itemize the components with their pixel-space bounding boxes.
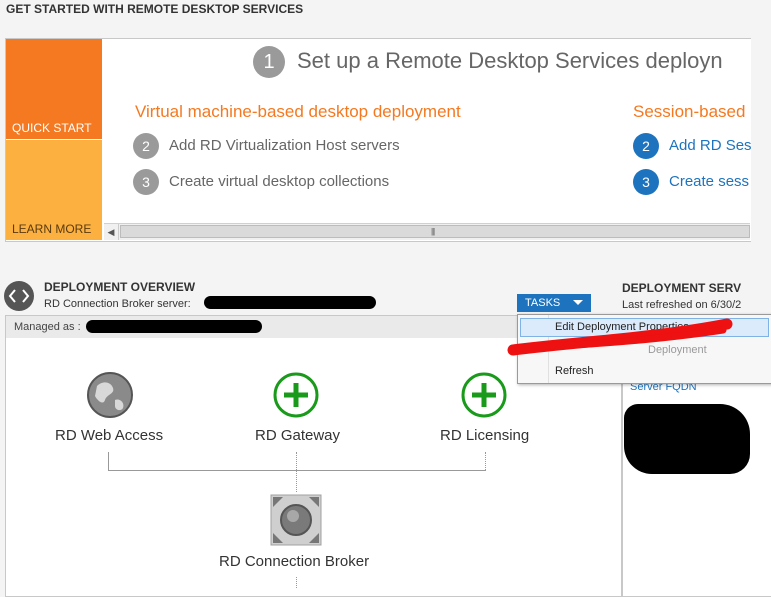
add-gateway-icon[interactable] (272, 371, 320, 424)
connector-line (296, 452, 297, 492)
create-virtual-desktop-collections-link: Create virtual desktop collections (169, 173, 390, 190)
menu-item-refresh[interactable]: Refresh (555, 365, 594, 377)
add-rd-session-host-link[interactable]: Add RD Ses (669, 137, 752, 154)
quick-start-tile[interactable]: QUICK START (6, 39, 102, 139)
session-step-3-badge: 3 (633, 169, 659, 195)
page-title: GET STARTED WITH REMOTE DESKTOP SERVICES (6, 2, 304, 16)
session-step-2-badge: 2 (633, 133, 659, 159)
last-refreshed-label: Last refreshed on 6/30/2 (622, 299, 742, 311)
tasks-label: TASKS (525, 297, 561, 309)
step-1-title: Set up a Remote Desktop Services deployn (297, 48, 723, 73)
redaction-mark (204, 296, 376, 309)
rd-connection-broker-label: RD Connection Broker (219, 553, 370, 570)
learn-more-label: LEARN MORE (12, 222, 92, 236)
connection-broker-icon[interactable] (270, 494, 322, 551)
connector-line (108, 470, 486, 471)
rd-licensing-label: RD Licensing (440, 427, 530, 444)
rd-web-access-label: RD Web Access (55, 427, 164, 444)
collapse-icon[interactable] (4, 281, 34, 311)
scroll-thumb[interactable]: ||| (120, 225, 750, 238)
vm-deployment-title: Virtual machine-based desktop deployment (135, 102, 461, 121)
session-deployment-title: Session-based (633, 102, 746, 121)
learn-more-tile[interactable]: LEARN MORE (6, 140, 102, 240)
rd-gateway-label: RD Gateway (255, 427, 341, 444)
broker-server-label: RD Connection Broker server: (44, 298, 191, 310)
globe-icon[interactable] (85, 370, 135, 425)
vm-step-2-badge: 2 (133, 133, 159, 159)
horizontal-scrollbar[interactable]: ◀ ||| (104, 223, 750, 240)
chevron-down-icon (573, 300, 583, 305)
add-licensing-icon[interactable] (460, 371, 508, 424)
quick-start-label: QUICK START (12, 121, 92, 135)
redaction-mark (624, 404, 750, 474)
tasks-button[interactable]: TASKS (517, 294, 591, 312)
managed-as-label: Managed as : (14, 321, 81, 333)
step-1-badge: 1 (253, 46, 285, 78)
create-session-collection-link[interactable]: Create sess (669, 173, 749, 190)
deployment-servers-title: DEPLOYMENT SERV (622, 281, 742, 295)
redaction-mark (86, 320, 262, 333)
scroll-left-arrow-icon[interactable]: ◀ (104, 224, 119, 240)
connector-line (108, 452, 109, 470)
connector-line (485, 452, 486, 470)
vm-step-3-badge: 3 (133, 169, 159, 195)
connector-line (296, 577, 297, 588)
add-virtualization-host-link: Add RD Virtualization Host servers (169, 137, 400, 154)
red-annotation-scribble (507, 318, 733, 356)
deployment-overview-title: DEPLOYMENT OVERVIEW (44, 280, 196, 294)
